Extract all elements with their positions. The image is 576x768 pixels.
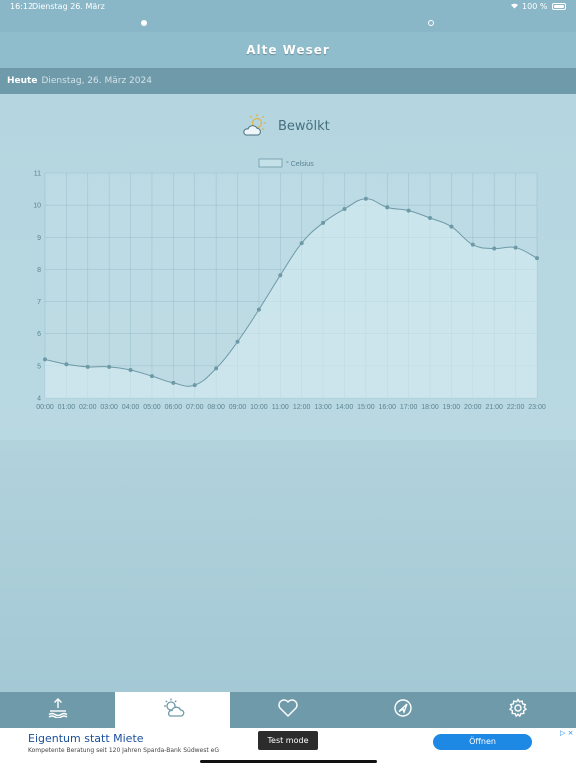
data-point <box>449 224 454 229</box>
date-label: Dienstag, 26. März 2024 <box>41 76 152 86</box>
partly-cloudy-icon <box>242 113 268 139</box>
weather-summary: Bewölkt <box>242 113 362 139</box>
x-tick-label: 05:00 <box>143 404 161 411</box>
x-tick-label: 12:00 <box>293 404 311 411</box>
page-title: Alte Weser <box>246 43 330 57</box>
data-point <box>342 207 347 211</box>
heart-icon <box>277 698 299 722</box>
data-point <box>278 273 283 278</box>
tide-upload-icon <box>47 698 69 722</box>
x-tick-label: 10:00 <box>250 404 268 411</box>
status-bar: 16:12 Dienstag 26. März 100 % <box>0 0 576 14</box>
x-tick-label: 16:00 <box>378 404 396 411</box>
x-tick-label: 15:00 <box>357 404 375 411</box>
x-tick-label: 20:00 <box>464 404 482 411</box>
navigation-icon <box>392 698 414 722</box>
date-bar: Heute Dienstag, 26. März 2024 <box>0 68 576 94</box>
tab-navigation[interactable] <box>346 692 461 728</box>
data-point <box>85 364 90 369</box>
data-point <box>235 339 240 344</box>
ad-subtitle: Kompetente Beratung seit 120 Jahren Spar… <box>28 747 219 754</box>
tab-favorites[interactable] <box>230 692 345 728</box>
y-tick-label: 7 <box>37 299 41 306</box>
page-dot-active[interactable] <box>141 20 147 26</box>
temperature-chart: ° Celsius 4 5 6 7 8 9 10 11 00:00 01:00 02:00 03:0… <box>33 158 546 411</box>
y-tick-label: 10 <box>33 203 41 210</box>
x-tick-label: 22:00 <box>507 404 525 411</box>
data-point <box>256 307 261 312</box>
page-indicator <box>0 14 576 32</box>
tab-settings[interactable] <box>461 692 576 728</box>
x-tick-label: 17:00 <box>400 404 418 411</box>
ad-choices-icon[interactable]: ▷ × <box>560 729 573 737</box>
y-tick-label: 11 <box>34 171 41 178</box>
y-tick-label: 9 <box>37 235 41 242</box>
x-tick-label: 21:00 <box>485 404 503 411</box>
x-tick-label: 23:00 <box>528 404 546 411</box>
data-point <box>214 366 219 371</box>
data-point <box>128 368 133 373</box>
wifi-icon <box>510 2 522 11</box>
x-tick-label: 03:00 <box>100 404 118 411</box>
tab-bar <box>0 692 576 728</box>
x-tick-label: 00:00 <box>36 404 54 411</box>
weather-sun-cloud-icon <box>161 698 185 722</box>
status-time: 16:12 <box>10 2 34 11</box>
legend-swatch <box>258 158 283 168</box>
data-point <box>64 362 69 367</box>
battery-percent: 100 % <box>522 2 548 11</box>
data-point <box>428 216 433 220</box>
y-tick-label: 4 <box>37 396 41 403</box>
data-point <box>535 256 539 261</box>
data-point <box>299 241 304 246</box>
x-tick-label: 08:00 <box>207 404 225 411</box>
data-point <box>107 364 112 369</box>
battery-icon <box>552 3 566 10</box>
x-tick-label: 18:00 <box>421 404 439 411</box>
y-tick-label: 5 <box>37 363 41 370</box>
ad-headline[interactable]: Eigentum statt Miete <box>28 732 144 745</box>
data-point <box>513 245 518 250</box>
data-point <box>171 380 176 385</box>
x-tick-label: 04:00 <box>122 404 140 411</box>
tab-tides[interactable] <box>0 692 115 728</box>
x-tick-label: 06:00 <box>165 404 183 411</box>
tab-weather[interactable] <box>115 692 231 728</box>
status-date: Dienstag 26. März <box>32 2 105 11</box>
data-point <box>363 196 368 201</box>
data-point <box>321 220 326 225</box>
y-tick-label: 6 <box>37 331 41 338</box>
home-indicator[interactable] <box>200 760 377 763</box>
x-tick-label: 09:00 <box>229 404 247 411</box>
station-header: Alte Weser <box>0 32 576 68</box>
x-tick-label: 01:00 <box>58 404 76 411</box>
data-point <box>43 357 47 362</box>
y-tick-label: 8 <box>37 267 41 274</box>
ad-open-button[interactable]: Öffnen <box>433 734 532 750</box>
test-mode-badge: Test mode <box>258 731 318 750</box>
x-tick-label: 13:00 <box>314 404 332 411</box>
data-point <box>470 242 475 247</box>
weather-condition: Bewölkt <box>278 119 330 134</box>
today-label: Heute <box>7 76 38 86</box>
x-tick-label: 19:00 <box>443 404 461 411</box>
gear-icon <box>507 698 529 722</box>
x-tick-label: 07:00 <box>186 404 204 411</box>
x-tick-label: 11:00 <box>272 404 289 411</box>
x-tick-label: 14:00 <box>336 404 354 411</box>
legend-label: ° Celsius <box>286 160 314 168</box>
data-point <box>149 374 154 379</box>
data-point <box>385 205 390 210</box>
page-dot-inactive[interactable] <box>428 20 434 26</box>
x-tick-label: 02:00 <box>79 404 97 411</box>
data-point <box>406 208 411 213</box>
status-right: 100 % <box>510 2 566 11</box>
data-point <box>192 383 197 388</box>
data-point <box>492 246 497 251</box>
